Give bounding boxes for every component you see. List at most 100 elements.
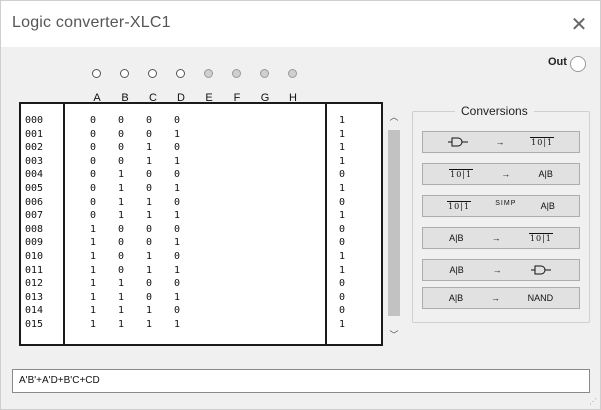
logic-converter-window: Logic converter-XLC1 ✕ Out ABCDEFGH 000 0… — [0, 0, 601, 410]
input-terminal-a[interactable] — [92, 69, 101, 78]
output-terminal[interactable] — [570, 56, 586, 72]
circuit-to-truth-table-button[interactable]: → 10|1 — [422, 131, 580, 153]
expression-to-circuit-button[interactable]: A|B → — [422, 259, 580, 281]
input-cell-a: 0 — [89, 155, 97, 167]
input-cell-c: 0 — [145, 278, 153, 290]
expression-input[interactable]: A'B'+A'D+B'C+CD — [12, 369, 590, 393]
output-cell[interactable]: 1 — [336, 265, 348, 276]
output-cell[interactable]: 1 — [336, 320, 348, 330]
input-cell-d: 0 — [173, 196, 181, 208]
row-index: 001 — [25, 128, 44, 140]
input-terminal-d[interactable] — [176, 69, 185, 78]
input-cell-c: 0 — [145, 223, 153, 235]
input-cell-b: 0 — [117, 251, 125, 262]
input-terminal-f[interactable] — [232, 69, 241, 78]
input-cell-a: 1 — [89, 319, 97, 330]
input-cell-b: 1 — [117, 278, 125, 290]
input-cell-c: 0 — [145, 291, 153, 303]
output-cell[interactable]: 1 — [336, 184, 348, 194]
row-index: 000 — [25, 115, 44, 126]
truth-table-to-expression-button[interactable]: 10|1 → A|B — [422, 163, 580, 185]
input-cell-a: 0 — [89, 210, 97, 222]
input-cell-b: 0 — [117, 264, 125, 276]
output-cell[interactable]: 0 — [336, 238, 348, 248]
input-cell-a: 0 — [89, 196, 97, 208]
input-cell-b: 0 — [117, 223, 125, 235]
input-cell-a: 0 — [89, 128, 97, 140]
input-cell-c: 1 — [145, 142, 153, 154]
output-column-divider — [325, 104, 327, 344]
output-cell[interactable]: 1 — [336, 129, 348, 140]
input-cell-c: 1 — [145, 196, 153, 208]
index-column-divider — [63, 104, 65, 344]
row-index: 012 — [25, 278, 44, 290]
input-cell-d: 0 — [173, 169, 181, 181]
input-cell-a: 0 — [89, 115, 97, 126]
row-index: 004 — [25, 169, 44, 181]
row-index: 015 — [25, 319, 44, 330]
input-terminal-e[interactable] — [204, 69, 213, 78]
output-cell[interactable]: 1 — [336, 211, 348, 221]
output-cell[interactable]: 1 — [336, 156, 348, 167]
input-cell-c: 1 — [145, 264, 153, 276]
expression-icon: A|B — [448, 293, 464, 303]
truth-table-to-simplified-expression-button[interactable]: 10|1 SIMP A|B — [422, 195, 580, 217]
row-index: 011 — [25, 264, 44, 276]
row-index: 008 — [25, 223, 44, 235]
truth-table-icon: 10|1 — [447, 201, 472, 211]
input-cell-d: 1 — [173, 319, 181, 330]
input-cell-b: 1 — [117, 183, 125, 194]
input-terminal-h[interactable] — [288, 69, 297, 78]
row-index: 006 — [25, 196, 44, 208]
nand-label: NAND — [527, 293, 554, 303]
row-index: 003 — [25, 155, 44, 167]
input-terminal-g[interactable] — [260, 69, 269, 78]
expression-to-truth-table-button[interactable]: A|B → 10|1 — [422, 227, 580, 249]
scroll-up-icon[interactable]: ︿ — [389, 112, 399, 122]
row-index: 010 — [25, 251, 44, 262]
close-icon[interactable]: ✕ — [564, 9, 594, 39]
output-cell[interactable]: 0 — [336, 197, 348, 208]
expression-to-nand-button[interactable]: A|B → NAND — [422, 287, 580, 309]
scroll-thumb[interactable] — [388, 130, 400, 316]
input-terminal-c[interactable] — [148, 69, 157, 78]
arrow-icon: → — [491, 233, 501, 243]
input-cell-b: 0 — [117, 142, 125, 154]
output-cell[interactable]: 1 — [336, 252, 348, 262]
input-cell-b: 1 — [117, 291, 125, 303]
output-cell[interactable]: 0 — [336, 292, 348, 303]
input-cell-a: 1 — [89, 278, 97, 290]
input-cell-c: 0 — [145, 115, 153, 126]
input-cell-d: 1 — [173, 264, 181, 276]
output-cell[interactable]: 1 — [336, 143, 348, 153]
input-cell-b: 0 — [117, 237, 125, 249]
output-cell[interactable]: 0 — [336, 170, 348, 180]
input-cell-a: 1 — [89, 237, 97, 249]
resize-grip-icon[interactable]: ⋰ — [589, 398, 597, 406]
input-cell-a: 1 — [89, 305, 97, 317]
input-cell-d: 0 — [173, 223, 181, 235]
scroll-down-icon[interactable]: ﹀ — [389, 330, 399, 340]
truth-table-icon: 10|1 — [528, 233, 553, 243]
input-cell-c: 1 — [145, 155, 153, 167]
input-cell-d: 1 — [173, 155, 181, 167]
input-cell-b: 0 — [117, 128, 125, 140]
expression-icon: A|B — [540, 201, 555, 211]
input-cell-d: 1 — [173, 183, 181, 194]
truth-table[interactable]: 000 0 0 0 0 1 001 0 0 0 1 1 002 0 0 1 0 1 003 0 0 1 1 1 004 0 1 0 0 0… — [19, 102, 383, 346]
output-cell[interactable]: 1 — [336, 116, 348, 126]
table-scrollbar[interactable]: ︿ ﹀ — [385, 112, 403, 344]
truth-table-icon: 10|1 — [449, 169, 474, 179]
input-cell-b: 1 — [117, 305, 125, 317]
arrow-icon: → — [495, 137, 505, 147]
output-cell[interactable]: 0 — [336, 224, 348, 235]
input-cell-c: 0 — [145, 128, 153, 140]
output-cell[interactable]: 0 — [336, 279, 348, 289]
input-cell-d: 0 — [173, 278, 181, 290]
circuit-icon — [530, 265, 553, 275]
output-cell[interactable]: 0 — [336, 306, 348, 316]
input-cell-a: 1 — [89, 223, 97, 235]
input-cell-d: 0 — [173, 305, 181, 317]
input-cell-d: 0 — [173, 251, 181, 262]
input-terminal-b[interactable] — [120, 69, 129, 78]
